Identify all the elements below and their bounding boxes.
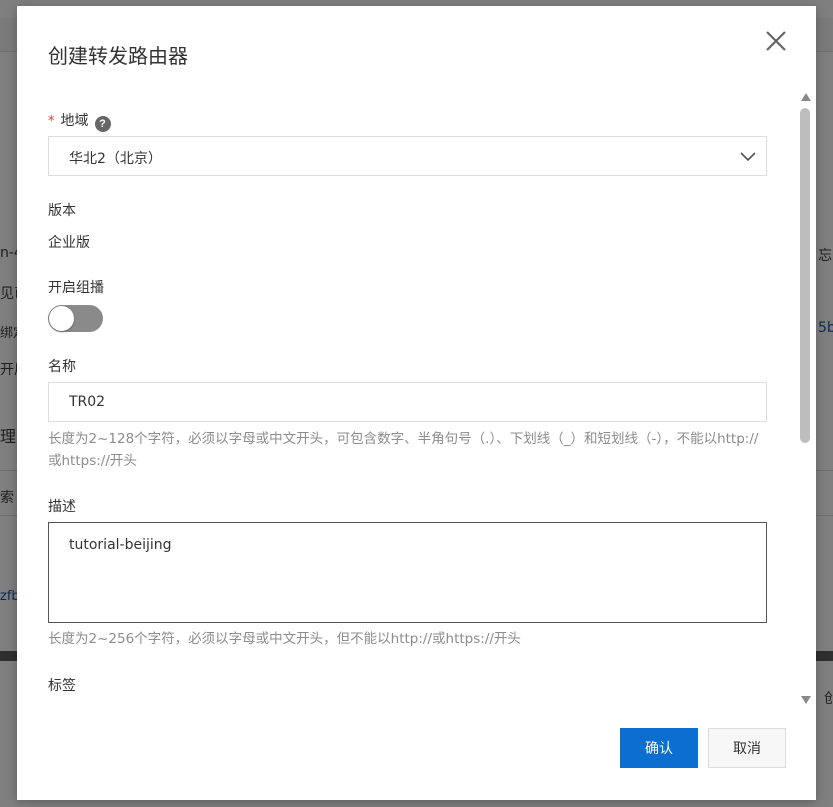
region-label-row: * 地域?: [48, 110, 111, 132]
scroll-thumb[interactable]: [800, 108, 810, 443]
background-link: 5b: [818, 320, 833, 336]
name-input[interactable]: [48, 382, 767, 422]
close-icon: [766, 31, 786, 51]
dialog-scrollbar[interactable]: [798, 90, 814, 710]
cancel-button[interactable]: 取消: [708, 728, 786, 768]
background-text: 理: [0, 427, 17, 446]
scroll-down-arrow[interactable]: [801, 696, 811, 704]
name-label: 名称: [48, 359, 76, 375]
close-button[interactable]: [763, 28, 789, 54]
chevron-down-icon: [740, 152, 756, 162]
multicast-toggle[interactable]: [48, 305, 103, 332]
tags-label: 标签: [48, 678, 76, 694]
description-textarea[interactable]: tutorial-beijing: [48, 522, 767, 623]
background-text: 创: [824, 691, 833, 707]
name-hint: 长度为2~128个字符，必须以字母或中文开头，可包含数字、半角句号（.）、下划线…: [48, 431, 759, 469]
create-transit-router-dialog: 创建转发路由器 * 地域? 华北2（北京） 版本 企业版 开启组播 名称 长度为2…: [17, 6, 816, 800]
description-hint: 长度为2~256个字符，必须以字母或中文开头，但不能以http://或https…: [48, 631, 521, 647]
region-select[interactable]: 华北2（北京）: [48, 136, 767, 176]
background-text: 索: [0, 490, 14, 506]
version-label: 版本: [48, 203, 76, 219]
version-value: 企业版: [48, 235, 90, 251]
description-label: 描述: [48, 499, 76, 515]
region-label: 地域: [60, 113, 89, 129]
region-select-value: 华北2（北京）: [69, 151, 162, 167]
required-mark: *: [48, 114, 55, 129]
background-text: 忘: [818, 248, 832, 264]
toggle-knob: [49, 306, 74, 331]
dialog-title: 创建转发路由器: [48, 44, 188, 68]
confirm-button[interactable]: 确认: [620, 728, 698, 768]
help-icon[interactable]: ?: [94, 116, 111, 132]
scroll-up-arrow[interactable]: [801, 93, 811, 101]
multicast-label: 开启组播: [48, 280, 104, 296]
